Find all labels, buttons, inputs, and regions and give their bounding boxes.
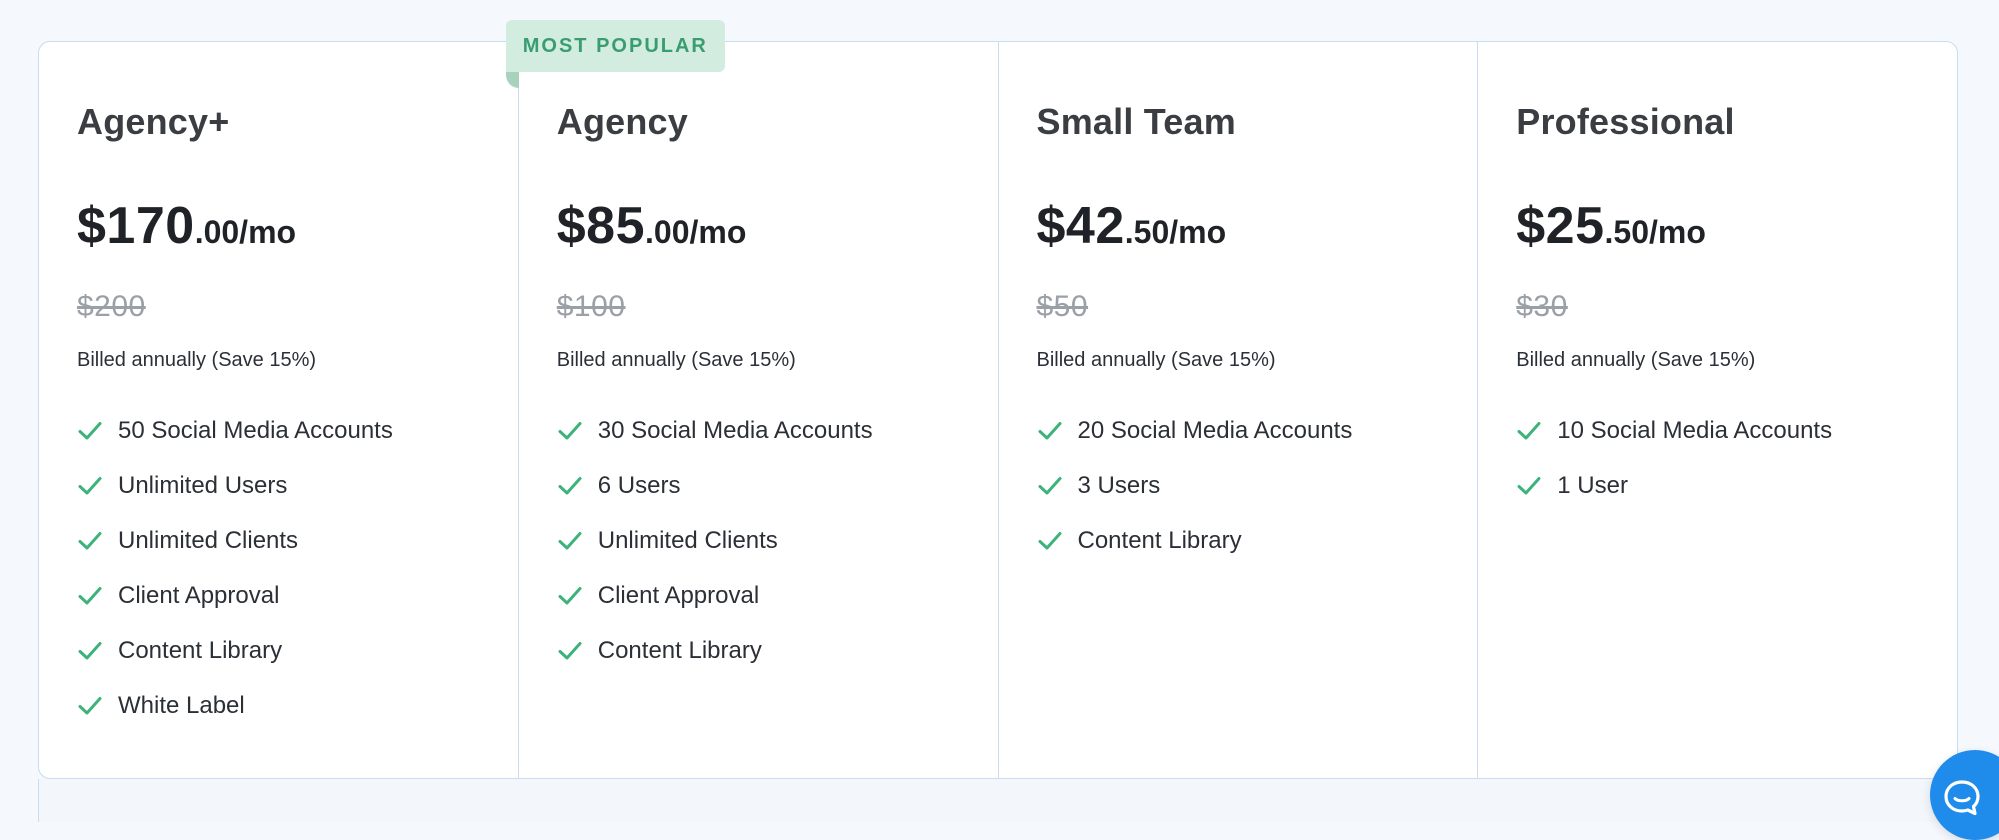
- feature-list: 10 Social Media Accounts 1 User: [1516, 403, 1957, 513]
- price-main: $170: [77, 197, 195, 255]
- plan-name: Professional: [1516, 101, 1735, 142]
- pricing-table: Agency+ $170.00/mo $200 Billed annually …: [38, 20, 1958, 779]
- check-icon: [77, 418, 103, 444]
- feature-list: 30 Social Media Accounts 6 Users Unlimit…: [557, 403, 998, 678]
- check-icon: [1516, 473, 1542, 499]
- chat-bubble-icon: [1942, 778, 1982, 818]
- feature-label: 20 Social Media Accounts: [1077, 416, 1353, 444]
- check-icon: [1037, 528, 1063, 554]
- feature-item: Client Approval: [77, 568, 518, 623]
- feature-item: 50 Social Media Accounts: [77, 403, 518, 458]
- feature-item: Unlimited Users: [77, 458, 518, 513]
- plan-name: Agency+: [77, 101, 230, 142]
- check-icon: [77, 528, 103, 554]
- check-icon: [557, 638, 583, 664]
- feature-label: White Label: [118, 691, 245, 719]
- feature-item: Unlimited Clients: [557, 513, 998, 568]
- feature-label: Unlimited Clients: [597, 526, 778, 554]
- price-cents: .50: [1604, 214, 1649, 250]
- price-cents: .00: [645, 214, 690, 250]
- feature-label: Unlimited Users: [118, 471, 288, 499]
- check-icon: [77, 583, 103, 609]
- check-icon: [1037, 473, 1063, 499]
- billing-note: Billed annually (Save 15%): [1516, 349, 1756, 371]
- feature-item: 30 Social Media Accounts: [557, 403, 998, 458]
- price-main: $42: [1036, 197, 1125, 255]
- feature-label: 10 Social Media Accounts: [1557, 416, 1833, 444]
- original-price: $50: [1036, 290, 1089, 323]
- feature-item: Content Library: [557, 623, 998, 678]
- original-price: $30: [1516, 290, 1568, 323]
- plan-price: $170.00/mo: [77, 196, 518, 269]
- feature-item: 20 Social Media Accounts: [1037, 403, 1478, 458]
- feature-item: Unlimited Clients: [77, 513, 518, 568]
- feature-label: Content Library: [1077, 526, 1242, 554]
- original-price: $200: [77, 290, 146, 323]
- check-icon: [77, 638, 103, 664]
- plan-name: Small Team: [1036, 101, 1236, 142]
- billing-note: Billed annually (Save 15%): [77, 349, 317, 371]
- price-period: /mo: [1649, 214, 1706, 250]
- billing-note: Billed annually (Save 15%): [1036, 349, 1276, 371]
- feature-item: 3 Users: [1037, 458, 1478, 513]
- price-cents: .50: [1124, 214, 1170, 250]
- feature-item: Content Library: [77, 623, 518, 678]
- plan-card-professional: Professional $25.50/mo $30 Billed annual…: [1478, 42, 1957, 778]
- feature-item: 6 Users: [557, 458, 998, 513]
- plan-price: $25.50/mo: [1516, 196, 1957, 269]
- feature-label: 30 Social Media Accounts: [597, 416, 873, 444]
- price-period: /mo: [1169, 214, 1227, 250]
- feature-label: Client Approval: [118, 581, 280, 609]
- feature-list: 50 Social Media Accounts Unlimited Users…: [77, 403, 518, 733]
- check-icon: [557, 418, 583, 444]
- feature-item: White Label: [77, 678, 518, 733]
- check-icon: [1037, 418, 1063, 444]
- plan-name: Agency: [556, 101, 688, 142]
- feature-item: 1 User: [1516, 458, 1957, 513]
- feature-label: 50 Social Media Accounts: [118, 416, 393, 444]
- price-main: $85: [556, 197, 646, 255]
- check-icon: [557, 473, 583, 499]
- check-icon: [557, 583, 583, 609]
- feature-item: 10 Social Media Accounts: [1516, 403, 1957, 458]
- feature-label: 6 Users: [597, 471, 681, 499]
- most-popular-badge: MOST POPULAR: [505, 20, 725, 72]
- plan-card-agency: MOST POPULAR Agency $85.00/mo $100 Bille…: [505, 20, 999, 778]
- check-icon: [77, 693, 103, 719]
- plan-card-small-team: Small Team $42.50/mo $50 Billed annually…: [999, 42, 1479, 778]
- table-footer-strip: [38, 779, 1958, 822]
- feature-label: Content Library: [118, 636, 283, 664]
- billing-note: Billed annually (Save 15%): [556, 349, 796, 371]
- feature-label: Content Library: [597, 636, 762, 664]
- check-icon: [1516, 418, 1542, 444]
- feature-label: 3 Users: [1077, 471, 1161, 499]
- feature-label: Client Approval: [597, 581, 760, 609]
- check-icon: [557, 528, 583, 554]
- feature-label: Unlimited Clients: [118, 526, 299, 554]
- price-cents: .00: [194, 214, 240, 250]
- feature-item: Client Approval: [557, 568, 998, 623]
- price-period: /mo: [239, 214, 297, 250]
- feature-list: 20 Social Media Accounts 3 Users Content…: [1037, 403, 1478, 568]
- plan-price: $42.50/mo: [1037, 196, 1478, 269]
- original-price: $100: [556, 290, 626, 323]
- plan-card-agency-plus: Agency+ $170.00/mo $200 Billed annually …: [39, 42, 519, 778]
- feature-item: Content Library: [1037, 513, 1478, 568]
- price-period: /mo: [689, 214, 747, 250]
- price-main: $25: [1516, 197, 1605, 255]
- check-icon: [77, 473, 103, 499]
- plan-price: $85.00/mo: [557, 196, 998, 269]
- feature-label: 1 User: [1557, 471, 1628, 499]
